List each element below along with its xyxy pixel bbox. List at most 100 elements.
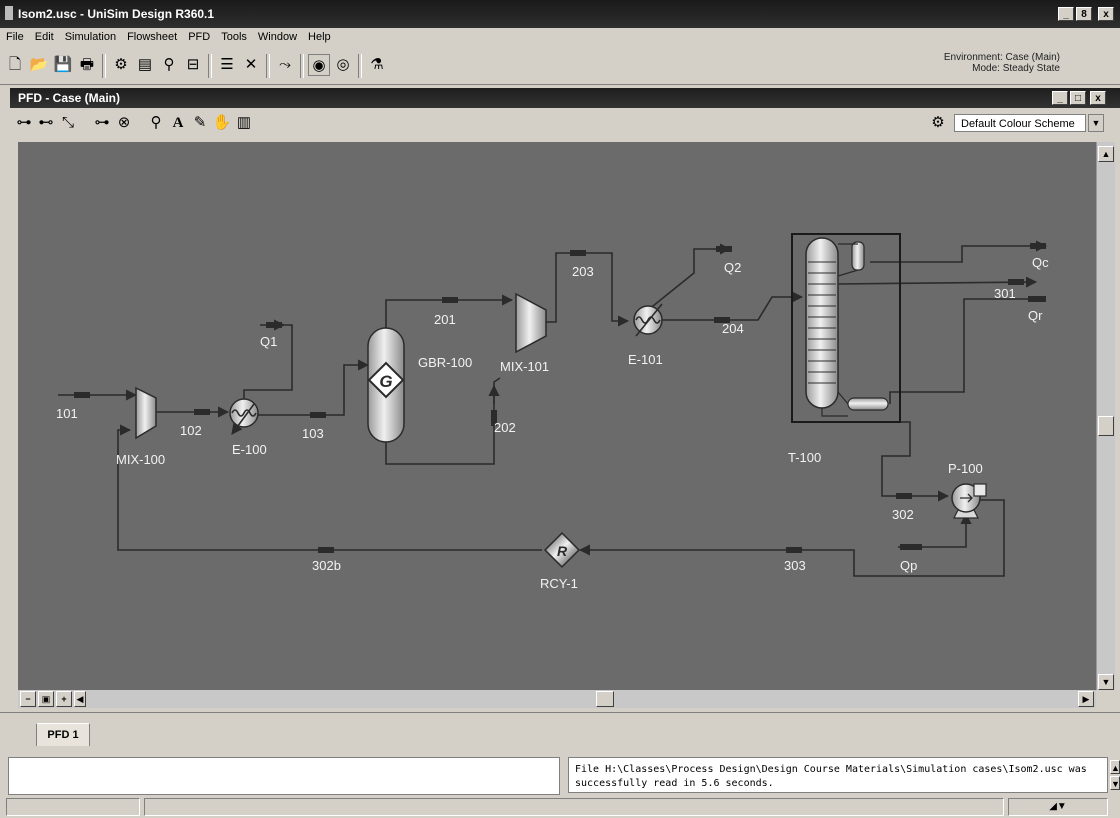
stream-label-302: 302 (892, 507, 914, 522)
message-scroll-up[interactable]: ▲ (1110, 760, 1120, 774)
chevron-down-icon[interactable]: ▼ (1088, 114, 1104, 132)
colour-scheme-select[interactable]: Default Colour Scheme (954, 114, 1086, 132)
stream-qr-line[interactable] (889, 298, 1046, 404)
stream-302b-line[interactable] (117, 424, 542, 551)
stream-302-line[interactable] (881, 421, 950, 502)
scroll-left-button[interactable]: ◀ (74, 691, 86, 707)
pan-hand-icon[interactable]: ✋ (212, 113, 232, 133)
flask-icon[interactable]: ⚗ (366, 54, 388, 76)
new-file-icon[interactable]: 🗋 (4, 54, 26, 76)
stream-q2-marker[interactable] (716, 246, 732, 252)
save-icon[interactable]: 💾 (52, 54, 74, 76)
print-icon[interactable]: 🖶 (76, 54, 98, 76)
colour-scheme-icon[interactable]: ⚙ (928, 113, 948, 133)
components-icon[interactable]: ⚙ (110, 54, 132, 76)
stream-label-302b: 302b (312, 558, 341, 573)
stream-301-marker[interactable] (1008, 279, 1024, 285)
horizontal-scrollbar[interactable]: − ▣ + ◀ ▶ (18, 690, 1096, 708)
pump-p-100[interactable] (951, 483, 987, 519)
open-folder-icon[interactable]: 📂 (28, 54, 50, 76)
pfd-canvas[interactable]: G R 101 102 103 Q1 201 202 203 204 Q2 Qc… (18, 142, 1096, 690)
palette-icon[interactable]: ▥ (234, 113, 254, 133)
status-toggle[interactable]: ◢▼ (1008, 798, 1108, 816)
menu-tools[interactable]: Tools (215, 28, 252, 43)
workbook-icon[interactable]: ▤ (134, 54, 156, 76)
menu-file[interactable]: File (0, 28, 29, 43)
mixer-mix-101[interactable] (515, 292, 547, 354)
binoculars-icon[interactable]: ⚲ (158, 54, 180, 76)
size-mode-icon[interactable]: ⤡ (58, 113, 78, 133)
heater-e-100[interactable] (229, 398, 259, 435)
hold-icon[interactable]: ☰ (216, 54, 238, 76)
unit-label-mix-100: MIX-100 (116, 452, 165, 467)
stream-q2-line[interactable] (647, 243, 732, 311)
pfd-icon[interactable]: ⊟ (182, 54, 204, 76)
trace-message-panel: File H:\Classes\Process Design\Design Co… (568, 757, 1108, 793)
stream-label-204: 204 (722, 321, 744, 336)
graph-icon[interactable]: ⤳ (274, 54, 296, 76)
stream-204-line[interactable] (662, 291, 804, 321)
pfd-maximize-button[interactable]: □ (1070, 91, 1086, 105)
unit-label-e-101: E-101 (628, 352, 663, 367)
toolbar-divider (208, 54, 212, 78)
minimize-button[interactable]: _ (1058, 7, 1074, 21)
mixer-mix-100[interactable] (135, 386, 157, 440)
stream-102-marker[interactable] (194, 409, 210, 415)
tab-pfd-1[interactable]: PFD 1 (36, 723, 90, 746)
zoom-fit-button[interactable]: ▣ (38, 691, 54, 707)
text-label-icon[interactable]: A (168, 113, 188, 133)
stream-q1-marker[interactable] (266, 322, 282, 328)
environment-label: Environment: Case (Main) (943, 52, 1060, 63)
unit-label-p-100: P-100 (948, 461, 983, 476)
pfd-minimize-button[interactable]: _ (1052, 91, 1068, 105)
menu-flowsheet[interactable]: Flowsheet (121, 28, 182, 43)
cooler-e-101[interactable] (633, 303, 663, 337)
menu-pfd[interactable]: PFD (182, 28, 215, 43)
reboiler[interactable] (847, 397, 889, 411)
stream-201-marker[interactable] (442, 297, 458, 303)
auto-position-icon[interactable]: ⊷ (36, 113, 56, 133)
reactor-gbr-100[interactable]: G (367, 327, 405, 443)
zoom-in-button[interactable]: + (56, 691, 72, 707)
stream-101-marker[interactable] (74, 392, 90, 398)
dynamics-icon[interactable]: ◎ (332, 54, 354, 76)
stream-301-line[interactable] (837, 276, 1038, 288)
recycle-rcy-1[interactable]: R (543, 531, 581, 569)
scroll-thumb-vertical[interactable] (1098, 416, 1114, 436)
menu-window[interactable]: Window (252, 28, 302, 43)
break-connection-icon[interactable]: ⊶ (92, 113, 112, 133)
scroll-up-button[interactable]: ▲ (1098, 146, 1114, 162)
steady-state-icon[interactable]: ◉ (308, 54, 330, 76)
menu-edit[interactable]: Edit (29, 28, 59, 43)
zoom-out-button[interactable]: − (20, 691, 36, 707)
pencil-icon[interactable]: ✎ (190, 113, 210, 133)
pfd-close-button[interactable]: x (1090, 91, 1106, 105)
maximize-button[interactable]: 8 (1076, 7, 1092, 21)
stream-qr-marker[interactable] (1028, 296, 1046, 302)
solve-icon[interactable]: ✕ (240, 54, 262, 76)
scroll-down-button[interactable]: ▼ (1098, 674, 1114, 690)
message-scroll-down[interactable]: ▼ (1110, 776, 1120, 790)
stream-103-marker[interactable] (310, 412, 326, 418)
menu-simulation[interactable]: Simulation (59, 28, 121, 43)
close-button[interactable]: x (1098, 7, 1114, 21)
stream-203-marker[interactable] (570, 250, 586, 256)
stream-qc-marker[interactable] (1030, 243, 1046, 249)
menu-help[interactable]: Help (302, 28, 336, 43)
stream-label-203: 203 (572, 264, 594, 279)
scroll-right-button[interactable]: ▶ (1078, 691, 1094, 707)
app-icon (5, 6, 13, 20)
stream-qc-line[interactable] (870, 240, 1048, 263)
stream-303-marker[interactable] (786, 547, 802, 553)
stream-302b-marker[interactable] (318, 547, 334, 553)
vertical-scrollbar[interactable]: ▲ ▼ (1096, 142, 1115, 690)
stream-302-marker[interactable] (896, 493, 912, 499)
attach-icon[interactable]: ⊶ (14, 113, 34, 133)
swap-connection-icon[interactable]: ⊗ (114, 113, 134, 133)
zoom-icon[interactable]: ⚲ (146, 113, 166, 133)
pfd-tab-bar: PFD 1 (0, 712, 1120, 749)
scroll-thumb-horizontal[interactable] (596, 691, 614, 707)
condenser-drum[interactable] (851, 241, 865, 271)
stream-qp-marker[interactable] (900, 544, 922, 550)
stream-label-202: 202 (494, 420, 516, 435)
